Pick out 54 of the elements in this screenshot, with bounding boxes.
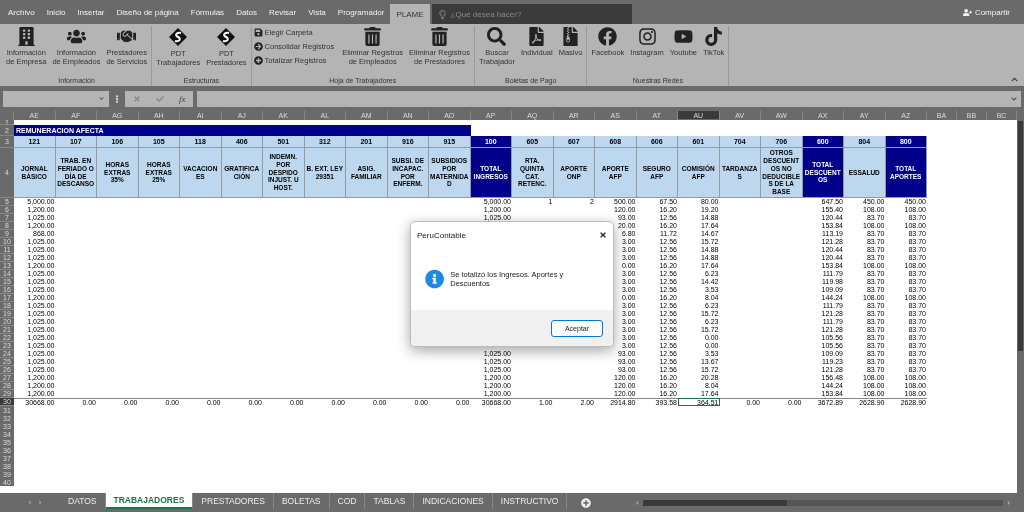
diamond-icon — [216, 27, 237, 47]
dots-icon[interactable] — [113, 94, 121, 103]
right-arrow-icon[interactable] — [1006, 499, 1012, 506]
menu-tab[interactable]: Insertar — [71, 0, 111, 24]
name-box[interactable] — [3, 90, 109, 107]
building-icon — [16, 27, 36, 46]
scrollbar[interactable] — [643, 499, 1003, 506]
menu-tab[interactable]: Programador — [331, 0, 391, 24]
formula-field[interactable] — [197, 90, 1021, 107]
trash-icon — [430, 27, 449, 46]
add-sheet-icon[interactable] — [581, 497, 592, 508]
dialog-title: PeruContable — [417, 230, 466, 240]
pdf-file-icon — [527, 27, 547, 46]
instagram-icon — [637, 27, 657, 46]
left-arrow-icon[interactable] — [26, 499, 33, 506]
search-input[interactable]: ¿Qué desea hacer? — [450, 9, 621, 19]
sheet-tab[interactable]: DATOS — [60, 493, 106, 509]
menu-tab[interactable]: Diseño de página — [110, 0, 185, 24]
menu-tab[interactable]: PLAME — [390, 4, 430, 24]
sheet-tab[interactable]: COD — [329, 493, 366, 509]
people-icon — [66, 27, 86, 46]
search-field[interactable]: ¿Qué desea hacer? — [431, 4, 632, 24]
save-icon — [253, 28, 263, 37]
sheet-tab[interactable]: PRESTADORES — [193, 493, 274, 509]
menu-tab[interactable]: Revisar — [263, 0, 303, 24]
sheet-tab[interactable]: INSTRUCTIVO — [492, 493, 568, 509]
menu-tab[interactable]: Vista — [302, 0, 332, 24]
left-arrow-icon[interactable] — [634, 499, 640, 506]
user-plus-icon — [962, 7, 972, 17]
search-icon — [487, 27, 507, 46]
caret-icon — [99, 96, 104, 101]
file-stack-icon — [561, 27, 581, 46]
menu-tab[interactable]: Fórmulas — [184, 0, 231, 24]
right-arrow-icon[interactable] — [37, 499, 44, 506]
lightbulb-icon — [437, 9, 447, 19]
sheet-tab[interactable]: INDICACIONES — [414, 493, 493, 509]
check-icon[interactable] — [155, 94, 164, 103]
function-button[interactable]: fx — [178, 93, 186, 104]
sheet-tab[interactable]: TRABAJADORES — [105, 493, 194, 509]
close-icon[interactable] — [599, 231, 607, 239]
menu-tab[interactable]: Archivo — [2, 0, 41, 24]
facebook-icon — [598, 27, 618, 46]
sheet-tab[interactable]: BOLETAS — [273, 493, 330, 509]
collapse-icon[interactable] — [1011, 76, 1018, 83]
sheet-tab[interactable]: TABLAS — [365, 493, 415, 509]
youtube-icon — [673, 27, 693, 46]
share-button[interactable]: Compartir — [962, 0, 1010, 24]
trash-icon — [363, 27, 383, 46]
menu-tab[interactable]: Inicio — [40, 0, 72, 24]
caret-icon — [1011, 95, 1017, 102]
tiktok-icon — [704, 27, 724, 46]
diamond-icon — [168, 27, 189, 47]
menu-tab[interactable]: Datos — [230, 0, 264, 24]
info-icon — [425, 269, 445, 289]
